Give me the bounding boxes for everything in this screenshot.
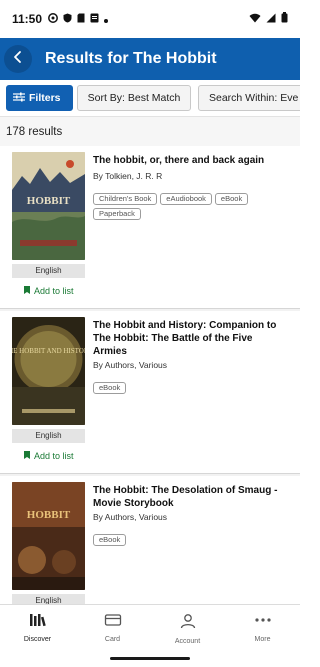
filters-label: Filters	[29, 92, 61, 104]
book-cover[interactable]: HOBBIT	[12, 482, 85, 590]
filters-button[interactable]: Filters	[6, 85, 73, 111]
add-to-list-button[interactable]: Add to list	[24, 286, 74, 296]
book-title[interactable]: The Hobbit and History: Companion to The…	[93, 319, 283, 358]
format-tags: Children's Book eAudiobook eBook Paperba…	[93, 193, 283, 220]
format-tag[interactable]: eAudiobook	[160, 193, 212, 205]
account-icon	[180, 613, 196, 634]
status-time: 11:50	[12, 12, 43, 26]
format-tag[interactable]: eBook	[93, 534, 127, 546]
filter-row: Filters Sort By: Best Match Search Withi…	[0, 80, 300, 116]
nav-account[interactable]: Account	[150, 605, 225, 648]
sim-card-icon	[77, 10, 85, 28]
nav-card[interactable]: Card	[75, 605, 150, 648]
nav-label: Discover	[23, 636, 52, 643]
page-title: Results for The Hobbit	[45, 50, 217, 67]
chevron-left-icon	[12, 50, 24, 69]
wifi-icon	[249, 10, 261, 28]
nav-more[interactable]: More	[225, 605, 300, 648]
bookmark-icon	[24, 286, 30, 296]
search-within-button[interactable]: Search Within: Eve	[198, 85, 300, 111]
format-tag[interactable]: Children's Book	[93, 193, 158, 205]
nav-label: Card	[104, 636, 121, 643]
book-cover[interactable]: HOBBIT	[12, 152, 85, 260]
format-tag[interactable]: eBook	[93, 382, 127, 394]
dot-icon	[104, 10, 109, 28]
result-item[interactable]: HOBBIT English Add to list The hobbit, o…	[0, 146, 300, 309]
language-label: English	[12, 594, 85, 604]
nav-label: Account	[174, 638, 201, 645]
cover-title: HOBBIT	[27, 509, 71, 521]
add-to-list-label: Add to list	[34, 451, 74, 461]
text-icon	[90, 10, 99, 28]
home-indicator[interactable]	[110, 657, 190, 660]
cover-title: THE HOBBIT AND HISTORY	[12, 347, 85, 355]
book-title[interactable]: The Hobbit: The Desolation of Smaug - Mo…	[93, 484, 283, 510]
results-list: HOBBIT English Add to list The hobbit, o…	[0, 146, 300, 604]
add-to-list-label: Add to list	[34, 286, 74, 296]
result-item[interactable]: HOBBIT English The Hobbit: The Desolatio…	[0, 476, 300, 604]
format-tag[interactable]: Paperback	[93, 208, 141, 220]
format-tags: eBook	[93, 382, 283, 394]
results-count: 178 results	[6, 126, 63, 138]
results-header: 178 results	[0, 116, 300, 146]
book-title[interactable]: The hobbit, or, there and back again	[93, 154, 283, 167]
more-icon	[254, 613, 272, 632]
add-to-list-button[interactable]: Add to list	[24, 451, 74, 461]
back-button[interactable]	[4, 45, 32, 73]
cover-title: HOBBIT	[27, 195, 71, 207]
book-author: By Authors, Various	[93, 512, 168, 522]
gesture-area	[0, 648, 300, 667]
discover-icon	[29, 613, 47, 632]
format-tag[interactable]: eBook	[214, 193, 249, 205]
nav-label: More	[254, 636, 271, 643]
shield-icon	[63, 10, 72, 28]
language-label: English	[12, 264, 85, 278]
language-label: English	[12, 429, 85, 443]
notification-circle-icon	[48, 10, 58, 28]
card-icon	[104, 613, 122, 632]
app-bar: Results for The Hobbit	[0, 38, 300, 80]
book-cover[interactable]: THE HOBBIT AND HISTORY	[12, 317, 85, 425]
status-bar: 11:50	[0, 0, 300, 38]
sort-by-button[interactable]: Sort By: Best Match	[77, 85, 191, 111]
format-tags: eBook	[93, 534, 283, 546]
book-author: By Authors, Various	[93, 360, 168, 370]
sliders-icon	[13, 92, 29, 105]
book-author: By Tolkien, J. R. R	[93, 171, 163, 181]
result-item[interactable]: THE HOBBIT AND HISTORY English Add to li…	[0, 311, 300, 474]
bookmark-icon	[24, 451, 30, 461]
cell-signal-icon	[266, 10, 276, 28]
nav-discover[interactable]: Discover	[0, 605, 75, 648]
bottom-nav: Discover Card Account More	[0, 604, 300, 648]
battery-icon	[281, 10, 288, 28]
